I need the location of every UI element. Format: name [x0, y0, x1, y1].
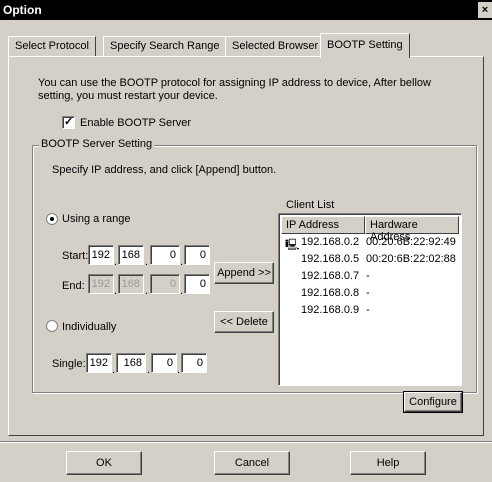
checkmark-icon: ✓	[64, 116, 74, 128]
octet-separator: .	[114, 285, 118, 297]
tab-specify-search-range[interactable]: Specify Search Range	[103, 36, 227, 57]
enable-bootp-checkbox[interactable]: ✓	[62, 116, 75, 129]
append-button[interactable]: Append >>	[214, 262, 274, 284]
client-ip: 192.168.0.7	[301, 270, 360, 282]
octet-separator: .	[145, 256, 149, 268]
octet-separator: .	[177, 364, 181, 376]
client-hw: 00:20:6B:22:92:49	[366, 236, 456, 248]
close-icon[interactable]: ×	[478, 2, 492, 18]
end-label: End:	[62, 280, 85, 292]
ok-button[interactable]: OK	[66, 451, 142, 475]
list-item[interactable]: 192.168.0.7 -	[279, 269, 461, 286]
client-list-label: Client List	[286, 199, 335, 211]
octet-separator: .	[114, 256, 118, 268]
octet-separator: .	[180, 285, 184, 297]
client-ip: 192.168.0.2	[301, 236, 360, 248]
cancel-button[interactable]: Cancel	[214, 451, 290, 475]
tab-label: Specify Search Range	[110, 40, 220, 52]
title-bar[interactable]: Option ×	[0, 0, 492, 20]
octet-separator: .	[112, 364, 116, 376]
single-octet-3-field[interactable]: 0	[151, 353, 177, 373]
using-range-radio[interactable]	[46, 213, 58, 225]
client-ip: 192.168.0.8	[301, 287, 360, 299]
list-item[interactable]: 🖳 192.168.0.2 00:20:6B:22:92:49	[279, 235, 461, 252]
column-header-ip[interactable]: IP Address	[281, 216, 365, 234]
client-hw: 00:20:6B:22:02:88	[366, 253, 456, 265]
end-octet-2-field: 168	[118, 274, 144, 294]
tab-label: Selected Browser	[232, 40, 319, 52]
option-dialog: Option × Select Protocol Specify Search …	[0, 0, 492, 482]
configure-button[interactable]: Configure	[403, 391, 463, 413]
client-ip: 192.168.0.9	[301, 304, 360, 316]
column-header-hardware[interactable]: Hardware Address	[365, 216, 459, 243]
single-octet-4-field[interactable]: 0	[181, 353, 207, 373]
individually-label: Individually	[62, 321, 117, 333]
tab-bootp-setting[interactable]: BOOTP Setting	[320, 33, 410, 58]
start-label: Start:	[62, 250, 89, 262]
start-octet-2-field[interactable]: 168	[118, 245, 144, 265]
help-button[interactable]: Help	[350, 451, 426, 475]
tab-label: BOOTP Setting	[327, 39, 403, 51]
append-instruction: Specify IP address, and click [Append] b…	[52, 164, 277, 176]
bootp-description: You can use the BOOTP protocol for assig…	[38, 77, 431, 102]
octet-separator: .	[180, 256, 184, 268]
enable-bootp-label: Enable BOOTP Server	[80, 117, 192, 129]
delete-button[interactable]: << Delete	[214, 311, 274, 333]
single-octet-2-field[interactable]: 168	[116, 353, 146, 373]
using-range-label: Using a range	[62, 213, 131, 225]
single-label: Single:	[52, 358, 86, 370]
list-item[interactable]: 192.168.0.5 00:20:6B:22:02:88	[279, 252, 461, 269]
window-title: Option	[3, 3, 42, 17]
client-hw: -	[366, 287, 370, 299]
client-hw: -	[366, 304, 370, 316]
group-legend: BOOTP Server Setting	[39, 138, 155, 150]
radio-selected-dot	[50, 217, 54, 221]
individually-radio[interactable]	[46, 320, 58, 332]
single-octet-1-field[interactable]: 192	[86, 353, 112, 373]
tab-select-protocol[interactable]: Select Protocol	[8, 36, 96, 57]
start-octet-4-field[interactable]: 0	[184, 245, 210, 265]
client-hw: -	[366, 270, 370, 282]
end-octet-1-field: 192	[88, 274, 114, 294]
list-item[interactable]: 192.168.0.8 -	[279, 286, 461, 303]
tab-selected-browser[interactable]: Selected Browser	[225, 36, 326, 57]
client-list[interactable]: IP Address Hardware Address 🖳 192.168.0.…	[278, 213, 462, 386]
octet-separator: .	[147, 364, 151, 376]
octet-separator: .	[145, 285, 149, 297]
client-ip: 192.168.0.5	[301, 253, 360, 265]
end-octet-3-field: 0	[150, 274, 180, 294]
start-octet-1-field[interactable]: 192	[88, 245, 114, 265]
tab-label: Select Protocol	[15, 40, 89, 52]
list-item[interactable]: 192.168.0.9 -	[279, 303, 461, 320]
start-octet-3-field[interactable]: 0	[150, 245, 180, 265]
end-octet-4-field[interactable]: 0	[184, 274, 210, 294]
footer-divider	[0, 441, 492, 443]
